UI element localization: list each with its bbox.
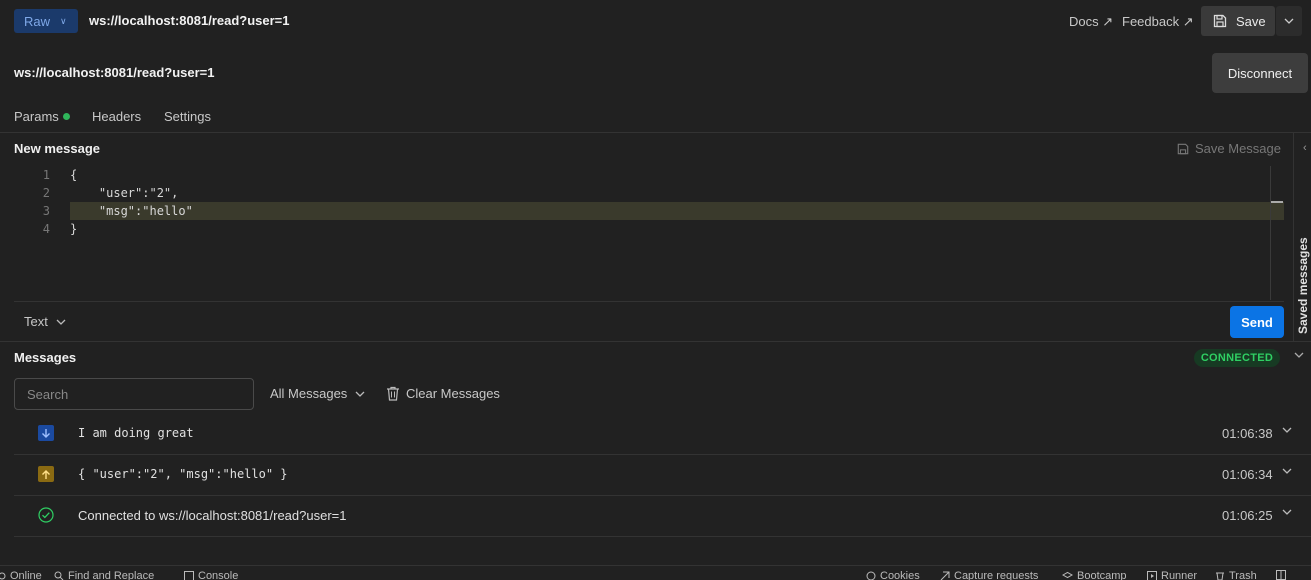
tab-params[interactable]: Params xyxy=(14,109,70,124)
divider xyxy=(1293,133,1294,341)
connection-url[interactable]: ws://localhost:8081/read?user=1 xyxy=(14,65,215,80)
tab-settings[interactable]: Settings xyxy=(164,109,211,124)
chevron-down-icon xyxy=(355,391,365,397)
cookies-button[interactable]: Cookies xyxy=(866,570,920,580)
message-row[interactable]: I am doing great 01:06:38 xyxy=(14,414,1311,455)
message-text: I am doing great xyxy=(78,426,194,440)
mode-label: Raw xyxy=(24,13,51,29)
save-message-button[interactable]: Save Message xyxy=(1177,141,1281,156)
status-bar: Online Find and Replace Console Cookies … xyxy=(0,565,1311,580)
scrollbar-marker xyxy=(1271,201,1283,203)
saved-messages-tab[interactable]: Saved messages xyxy=(1296,237,1310,334)
docs-link[interactable]: Docs ↗ xyxy=(1069,14,1113,30)
find-replace-label: Find and Replace xyxy=(68,570,155,580)
capture-label: Capture requests xyxy=(954,570,1039,580)
trash-icon xyxy=(1216,572,1224,580)
divider xyxy=(0,132,1311,133)
divider xyxy=(14,301,1284,302)
message-time: 01:06:38 xyxy=(1222,426,1273,441)
cookies-label: Cookies xyxy=(880,570,920,580)
bootcamp-icon xyxy=(1062,571,1073,579)
online-label: Online xyxy=(10,570,42,580)
save-message-label: Save Message xyxy=(1195,141,1281,156)
message-time: 01:06:25 xyxy=(1222,508,1273,523)
message-row[interactable]: Connected to ws://localhost:8081/read?us… xyxy=(14,496,1311,537)
chevron-down-icon[interactable] xyxy=(1282,424,1292,436)
chevron-down-icon xyxy=(56,319,66,325)
check-circle-icon xyxy=(38,507,54,523)
chevron-down-icon: ∨ xyxy=(60,15,67,26)
status-badge: CONNECTED xyxy=(1194,349,1280,367)
code-line[interactable]: { xyxy=(70,168,77,182)
console-label: Console xyxy=(198,570,239,580)
new-message-title: New message xyxy=(14,141,100,156)
outgoing-arrow-icon xyxy=(38,466,54,482)
line-number: 2 xyxy=(42,186,50,200)
find-replace-button[interactable]: Find and Replace xyxy=(54,570,154,580)
request-url-title[interactable]: ws://localhost:8081/read?user=1 xyxy=(89,13,290,28)
trash-button[interactable]: Trash xyxy=(1215,570,1257,580)
feedback-link[interactable]: Feedback ↗ xyxy=(1122,14,1194,30)
capture-icon xyxy=(940,571,950,580)
message-filter-dropdown[interactable]: All Messages xyxy=(270,386,365,401)
code-line[interactable]: } xyxy=(70,222,77,236)
format-dropdown[interactable]: Text xyxy=(24,314,66,329)
mode-dropdown[interactable]: Raw ∨ xyxy=(14,9,78,33)
incoming-arrow-icon xyxy=(38,425,54,441)
save-icon xyxy=(1213,14,1227,28)
message-row[interactable]: { "user":"2", "msg":"hello" } 01:06:34 xyxy=(14,455,1311,496)
save-icon xyxy=(1177,143,1189,154)
chevron-down-icon xyxy=(1284,18,1294,24)
save-options-dropdown[interactable] xyxy=(1276,6,1302,36)
divider xyxy=(0,341,1311,342)
code-line[interactable]: "msg":"hello" xyxy=(70,204,193,218)
line-number: 1 xyxy=(42,168,50,182)
cookie-icon xyxy=(866,571,876,580)
save-label: Save xyxy=(1236,13,1266,29)
status-dot xyxy=(62,113,70,120)
message-time: 01:06:34 xyxy=(1222,467,1273,482)
message-text: Connected to ws://localhost:8081/read?us… xyxy=(78,508,347,523)
runner-button[interactable]: Runner xyxy=(1147,570,1197,580)
editor-scrollbar[interactable] xyxy=(1270,166,1271,300)
console-icon xyxy=(184,571,194,580)
send-button[interactable]: Send xyxy=(1230,306,1284,338)
line-number: 4 xyxy=(42,222,50,236)
bootcamp-label: Bootcamp xyxy=(1077,570,1127,580)
chevron-down-icon[interactable] xyxy=(1282,506,1292,518)
message-filter-label: All Messages xyxy=(270,386,348,401)
line-number: 3 xyxy=(42,204,50,218)
message-text: { "user":"2", "msg":"hello" } xyxy=(78,467,288,481)
chevron-down-icon[interactable] xyxy=(1282,465,1292,477)
tab-params-label: Params xyxy=(14,109,59,124)
capture-requests-button[interactable]: Capture requests xyxy=(940,570,1038,580)
search-input[interactable] xyxy=(14,378,254,410)
chevron-down-icon[interactable] xyxy=(1294,350,1304,361)
online-icon xyxy=(0,572,6,580)
disconnect-button[interactable]: Disconnect xyxy=(1212,53,1308,93)
trash-label: Trash xyxy=(1229,570,1257,580)
console-button[interactable]: Console xyxy=(184,570,238,580)
code-line[interactable]: "user":"2", xyxy=(70,186,178,200)
online-status[interactable]: Online xyxy=(0,570,42,580)
tab-headers[interactable]: Headers xyxy=(92,109,141,124)
trash-icon xyxy=(387,386,399,401)
runner-label: Runner xyxy=(1161,570,1198,580)
messages-title: Messages xyxy=(14,350,77,365)
clear-messages-label: Clear Messages xyxy=(406,386,500,401)
search-icon xyxy=(54,571,64,580)
clear-messages-button[interactable]: Clear Messages xyxy=(386,386,500,401)
layout-toggle-icon[interactable] xyxy=(1276,570,1286,580)
message-editor[interactable] xyxy=(14,166,1284,301)
format-label: Text xyxy=(24,314,48,329)
save-button[interactable]: Save xyxy=(1201,6,1275,36)
runner-icon xyxy=(1147,571,1157,580)
bootcamp-button[interactable]: Bootcamp xyxy=(1062,570,1127,580)
chevron-left-icon[interactable]: ‹ xyxy=(1303,142,1307,154)
